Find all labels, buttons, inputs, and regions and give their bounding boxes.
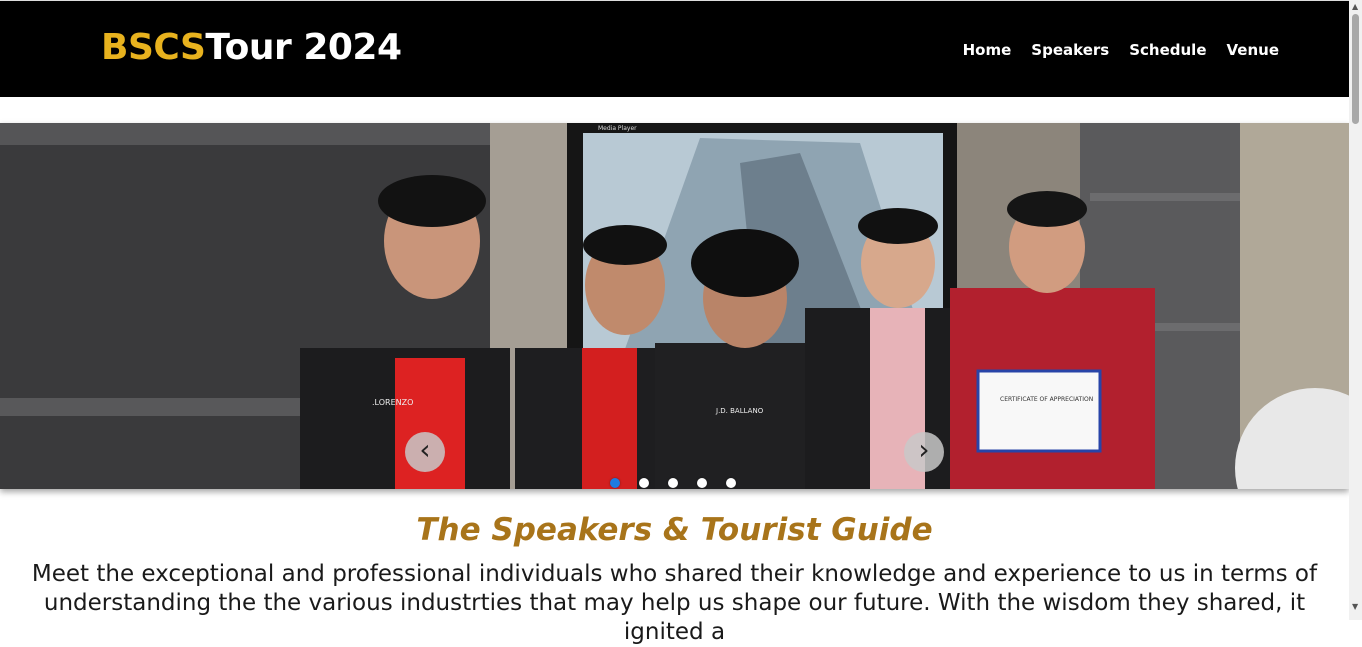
media-player-text: Media Player	[598, 125, 637, 132]
logo-part-2: Tour 2024	[205, 27, 402, 68]
jacket-name-1: .LORENZO	[372, 398, 413, 407]
header-bar: BSCSTour 2024 Home Speakers Schedule Ven…	[0, 0, 1349, 97]
carousel-indicator-2[interactable]	[639, 478, 649, 488]
main-nav: Home Speakers Schedule Venue	[963, 41, 1279, 59]
carousel-indicator-5[interactable]	[726, 478, 736, 488]
nav-schedule[interactable]: Schedule	[1129, 41, 1206, 59]
section-description: Meet the exceptional and professional in…	[31, 561, 1318, 645]
scroll-down-icon[interactable]: ▼	[1352, 602, 1358, 611]
hero-carousel: Media Player .LORENZO J.D. BALLANO CERTI…	[0, 123, 1349, 489]
scroll-up-icon[interactable]: ▲	[1352, 2, 1358, 11]
section-title: The Speakers & Tourist Guide	[416, 512, 933, 548]
jacket-name-2: J.D. BALLANO	[715, 407, 764, 415]
scrollbar-thumb[interactable]	[1352, 14, 1359, 124]
carousel-indicator-3[interactable]	[668, 478, 678, 488]
carousel-next-button[interactable]: ›	[904, 432, 944, 472]
nav-home[interactable]: Home	[963, 41, 1012, 59]
logo-part-1: BSCS	[101, 27, 206, 68]
carousel-indicator-4[interactable]	[697, 478, 707, 488]
carousel-prev-button[interactable]: ‹	[405, 432, 445, 472]
nav-speakers[interactable]: Speakers	[1031, 41, 1109, 59]
carousel-photo: Media Player .LORENZO J.D. BALLANO CERTI…	[0, 123, 1349, 489]
carousel-indicator-1[interactable]	[610, 478, 620, 488]
certificate-text: CERTIFICATE OF APPRECIATION	[1000, 396, 1093, 403]
nav-venue[interactable]: Venue	[1227, 41, 1280, 59]
site-logo[interactable]: BSCSTour 2024	[101, 27, 402, 69]
carousel-indicators	[610, 478, 736, 488]
